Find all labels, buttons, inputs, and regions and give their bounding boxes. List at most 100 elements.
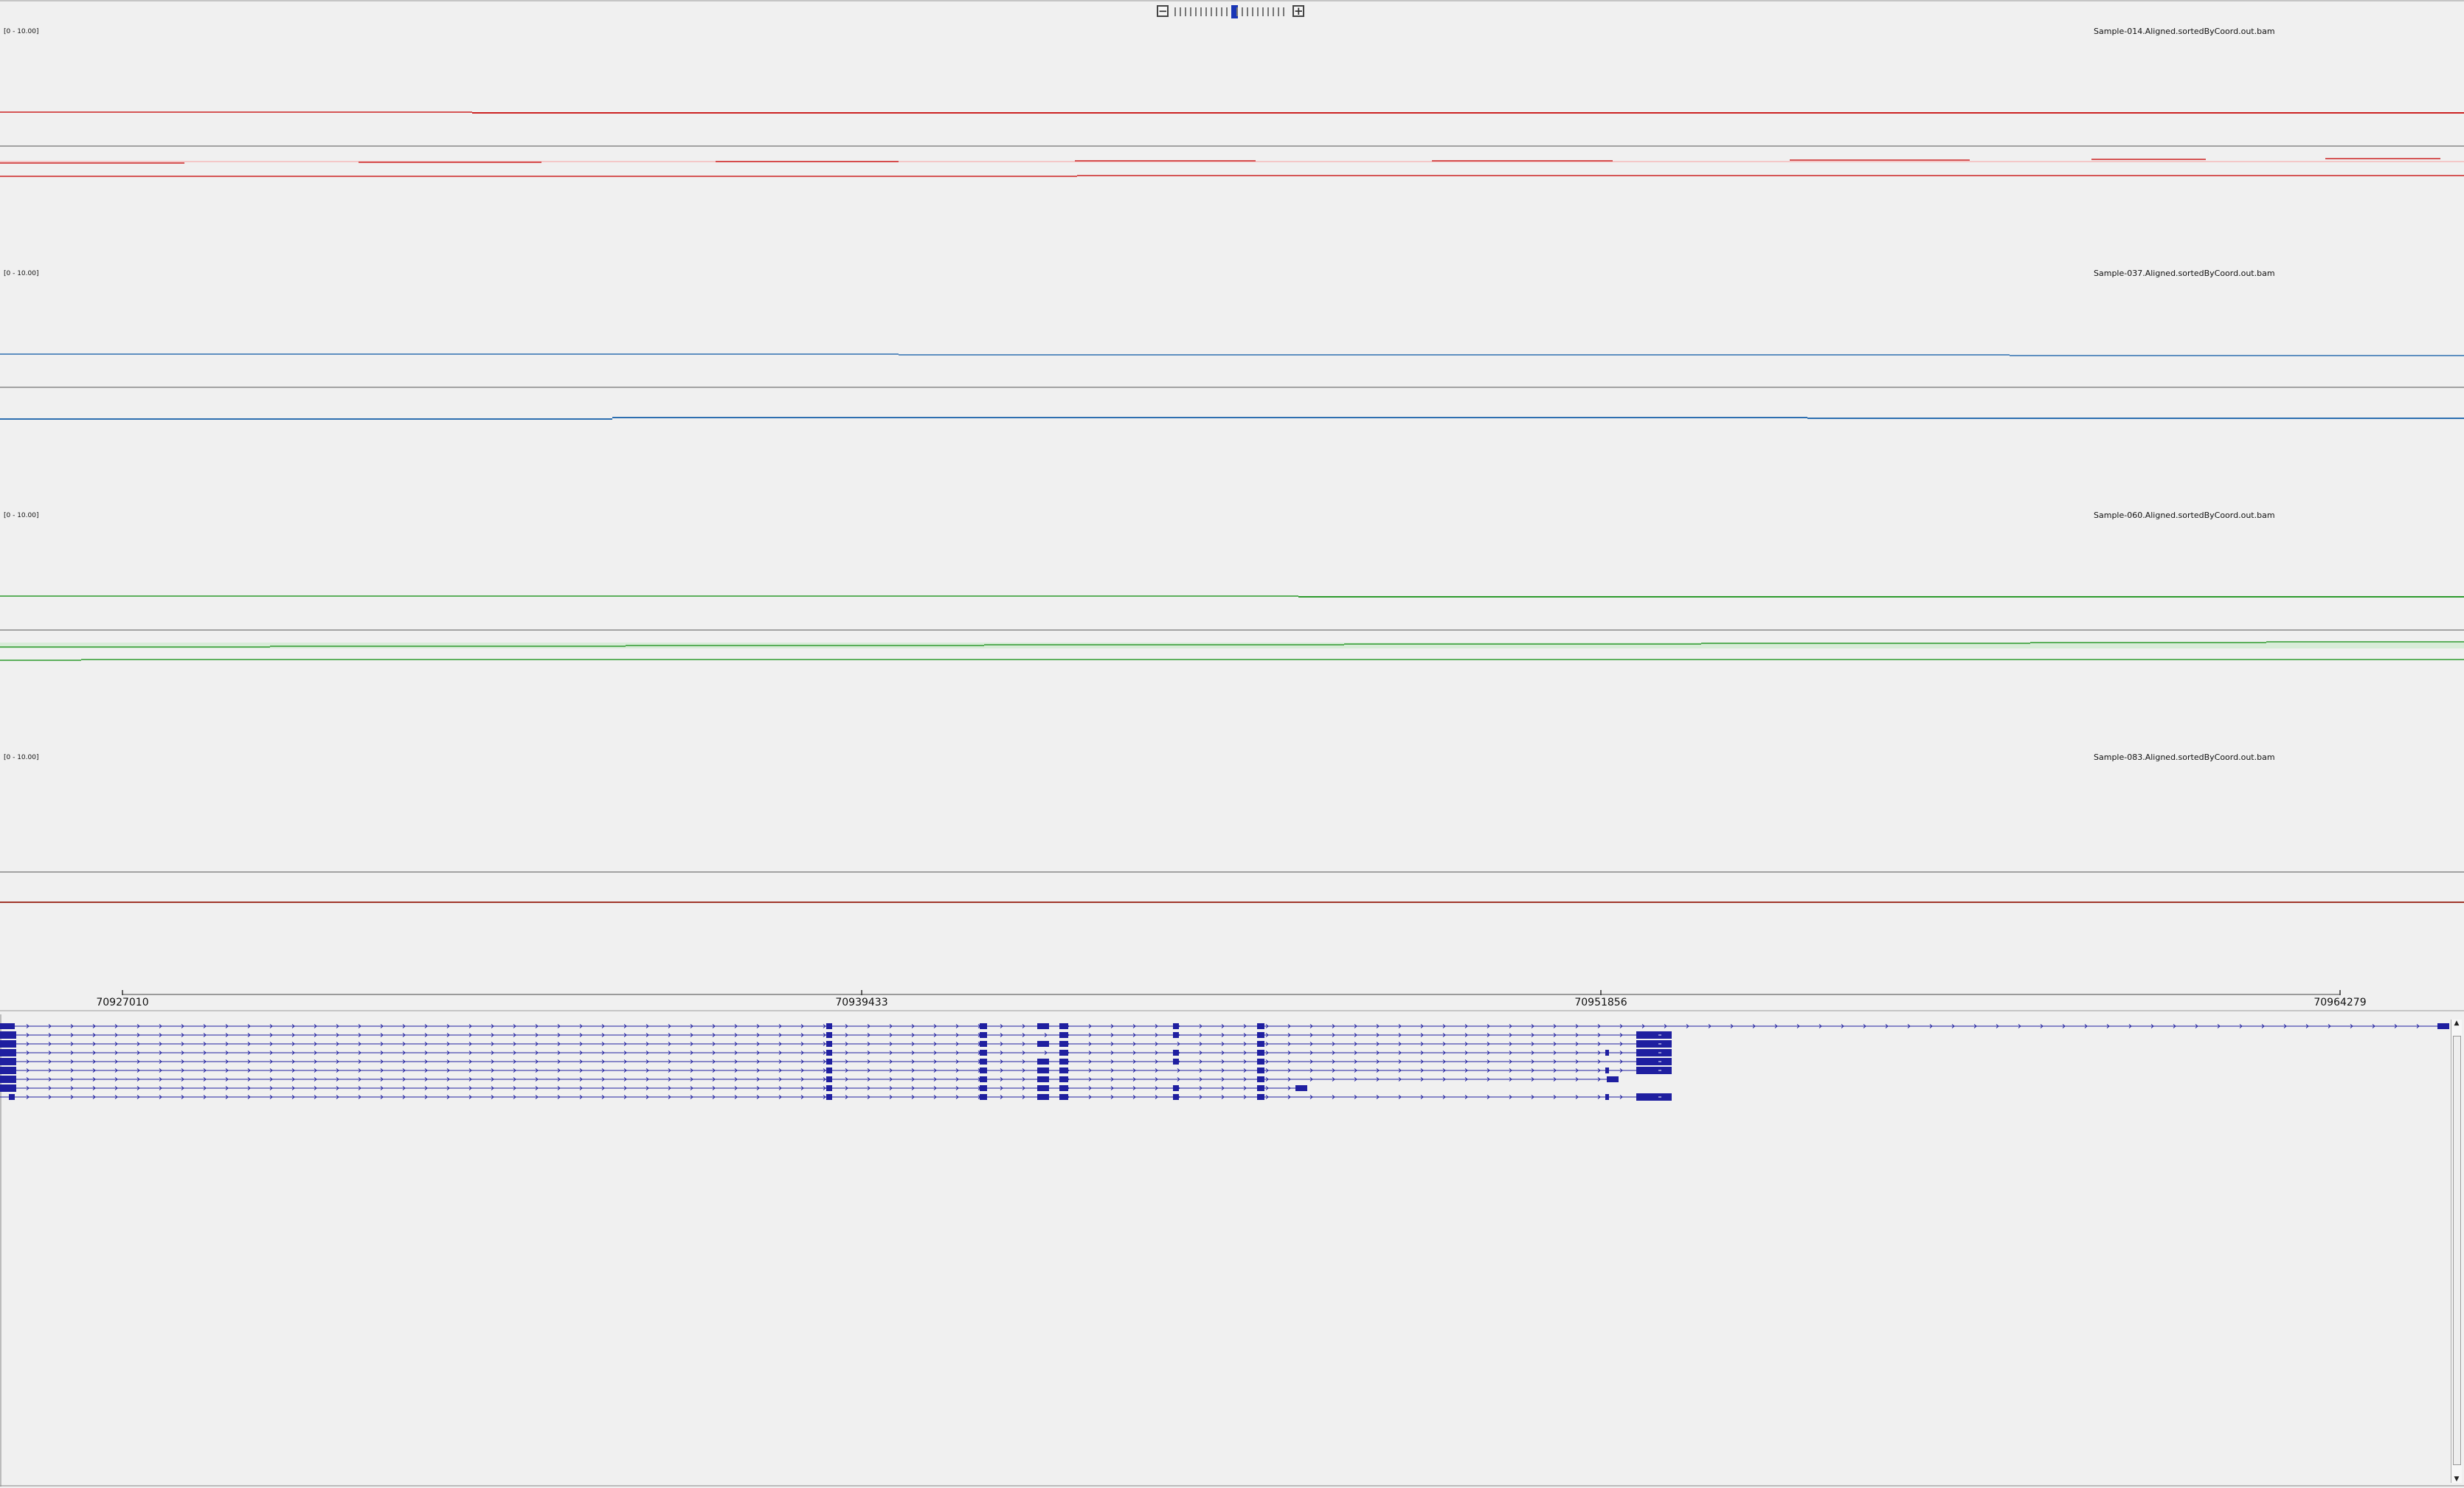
- exon-block: [1636, 1093, 1672, 1101]
- exon-block: [1037, 1067, 1049, 1073]
- exon-block: [1173, 1050, 1179, 1056]
- exon-block: [1295, 1085, 1307, 1091]
- zoom-level-tick[interactable]: [1195, 7, 1197, 16]
- zoom-level-tick[interactable]: [1180, 7, 1181, 16]
- exon-block: [1257, 1067, 1264, 1073]
- exon-block: [1059, 1050, 1068, 1056]
- exon-block: [1605, 1067, 1609, 1073]
- exon-block: [1257, 1085, 1264, 1091]
- exon-block: [1059, 1032, 1068, 1038]
- exon-block: [1037, 1076, 1049, 1082]
- exon-block: [1059, 1067, 1068, 1073]
- exon-block: [1059, 1023, 1068, 1029]
- zoom-level-tick[interactable]: [1205, 7, 1207, 16]
- zoom-level-tick[interactable]: [1267, 7, 1269, 16]
- ruler-tick-label: 70939433: [835, 997, 888, 1008]
- exon-block: [980, 1023, 987, 1029]
- exon-block: [2437, 1023, 2449, 1029]
- exon-block: [826, 1050, 832, 1056]
- data-range-label: [0 - 10.00]: [4, 512, 39, 519]
- exon-block: [1037, 1041, 1049, 1047]
- exon-block: [1605, 1094, 1609, 1100]
- track-name-label[interactable]: Sample-037.Aligned.sortedByCoord.out.bam: [2094, 269, 2275, 278]
- zoom-level-tick[interactable]: [1278, 7, 1279, 16]
- exon-block: [980, 1050, 987, 1056]
- zoom-level-tick[interactable]: [1257, 7, 1259, 16]
- exon-block: [1059, 1059, 1068, 1065]
- exon-block: [0, 1076, 16, 1083]
- exon-block: [1607, 1076, 1619, 1082]
- data-range-label: [0 - 10.00]: [4, 270, 39, 277]
- zoom-level-tick[interactable]: [1236, 7, 1238, 16]
- exon-block: [1037, 1059, 1049, 1065]
- exon-block: [980, 1076, 987, 1082]
- scroll-up-icon[interactable]: ▲: [2452, 1020, 2461, 1027]
- exon-block: [1605, 1050, 1609, 1056]
- exon-block: [1059, 1094, 1068, 1100]
- exon-block: [1636, 1058, 1672, 1065]
- exon-block: [1059, 1076, 1068, 1082]
- data-range-label: [0 - 10.00]: [4, 28, 39, 35]
- zoom-in-button[interactable]: +: [1292, 5, 1304, 17]
- exon-block: [1173, 1085, 1179, 1091]
- exon-block: [980, 1041, 987, 1047]
- zoom-level-tick[interactable]: [1174, 7, 1176, 16]
- zoom-level-tick[interactable]: [1200, 7, 1202, 16]
- exon-block: [826, 1067, 832, 1073]
- exon-block: [980, 1032, 987, 1038]
- scroll-down-icon[interactable]: ▼: [2452, 1475, 2461, 1483]
- vertical-scrollbar[interactable]: ▲ ▼: [2451, 1020, 2462, 1483]
- zoom-out-button[interactable]: −: [1157, 5, 1169, 17]
- exon-block: [980, 1085, 987, 1091]
- exon-block: [0, 1040, 16, 1048]
- exon-block: [980, 1067, 987, 1073]
- exon-block: [1257, 1050, 1264, 1056]
- zoom-level-tick[interactable]: [1216, 7, 1217, 16]
- exon-block: [1636, 1031, 1672, 1039]
- scrollbar-thumb[interactable]: [2453, 1036, 2461, 1465]
- exon-block: [1059, 1085, 1068, 1091]
- exon-block: [1037, 1085, 1049, 1091]
- zoom-level-tick[interactable]: [1247, 7, 1248, 16]
- exon-block: [0, 1058, 16, 1065]
- zoom-level-tick[interactable]: [1283, 7, 1284, 16]
- zoom-level-tick[interactable]: [1221, 7, 1222, 16]
- zoom-level-tick[interactable]: [1190, 7, 1191, 16]
- exon-block: [1257, 1059, 1264, 1065]
- track-name-label[interactable]: Sample-014.Aligned.sortedByCoord.out.bam: [2094, 27, 2275, 36]
- exon-block: [0, 1023, 15, 1029]
- zoom-level-tick[interactable]: [1226, 7, 1228, 16]
- ruler-tick-label: 70964279: [2314, 997, 2367, 1008]
- zoom-level-tick[interactable]: [1252, 7, 1253, 16]
- zoom-level-tick[interactable]: [1185, 7, 1186, 16]
- zoom-level-tick[interactable]: [1242, 7, 1243, 16]
- exon-block: [826, 1023, 832, 1029]
- exon-block: [1257, 1032, 1264, 1038]
- exon-block: [826, 1032, 832, 1038]
- exon-block: [980, 1059, 987, 1065]
- exon-block: [0, 1084, 16, 1092]
- exon-block: [1257, 1041, 1264, 1047]
- zoom-level-tick[interactable]: [1262, 7, 1264, 16]
- exon-block: [1636, 1067, 1672, 1074]
- igv-stage: [0, 0, 2464, 1487]
- track-name-label[interactable]: Sample-060.Aligned.sortedByCoord.out.bam: [2094, 511, 2275, 520]
- zoom-level-tick[interactable]: [1211, 7, 1212, 16]
- track-name-label[interactable]: Sample-083.Aligned.sortedByCoord.out.bam: [2094, 752, 2275, 762]
- zoom-level-tick[interactable]: [1273, 7, 1274, 16]
- exon-block: [0, 1067, 16, 1074]
- exon-block: [826, 1041, 832, 1047]
- exon-block: [1173, 1094, 1179, 1100]
- exon-block: [1037, 1023, 1049, 1029]
- exon-block: [1173, 1032, 1179, 1038]
- exon-block: [1173, 1059, 1179, 1065]
- exon-block: [1257, 1023, 1264, 1029]
- exon-block: [1173, 1023, 1179, 1029]
- exon-block: [826, 1085, 832, 1091]
- exon-block: [826, 1094, 832, 1100]
- zoom-control[interactable]: − +: [1157, 4, 1308, 19]
- exon-block: [1059, 1041, 1068, 1047]
- exon-block: [1636, 1049, 1672, 1056]
- exon-block: [980, 1094, 987, 1100]
- exon-block: [0, 1049, 16, 1056]
